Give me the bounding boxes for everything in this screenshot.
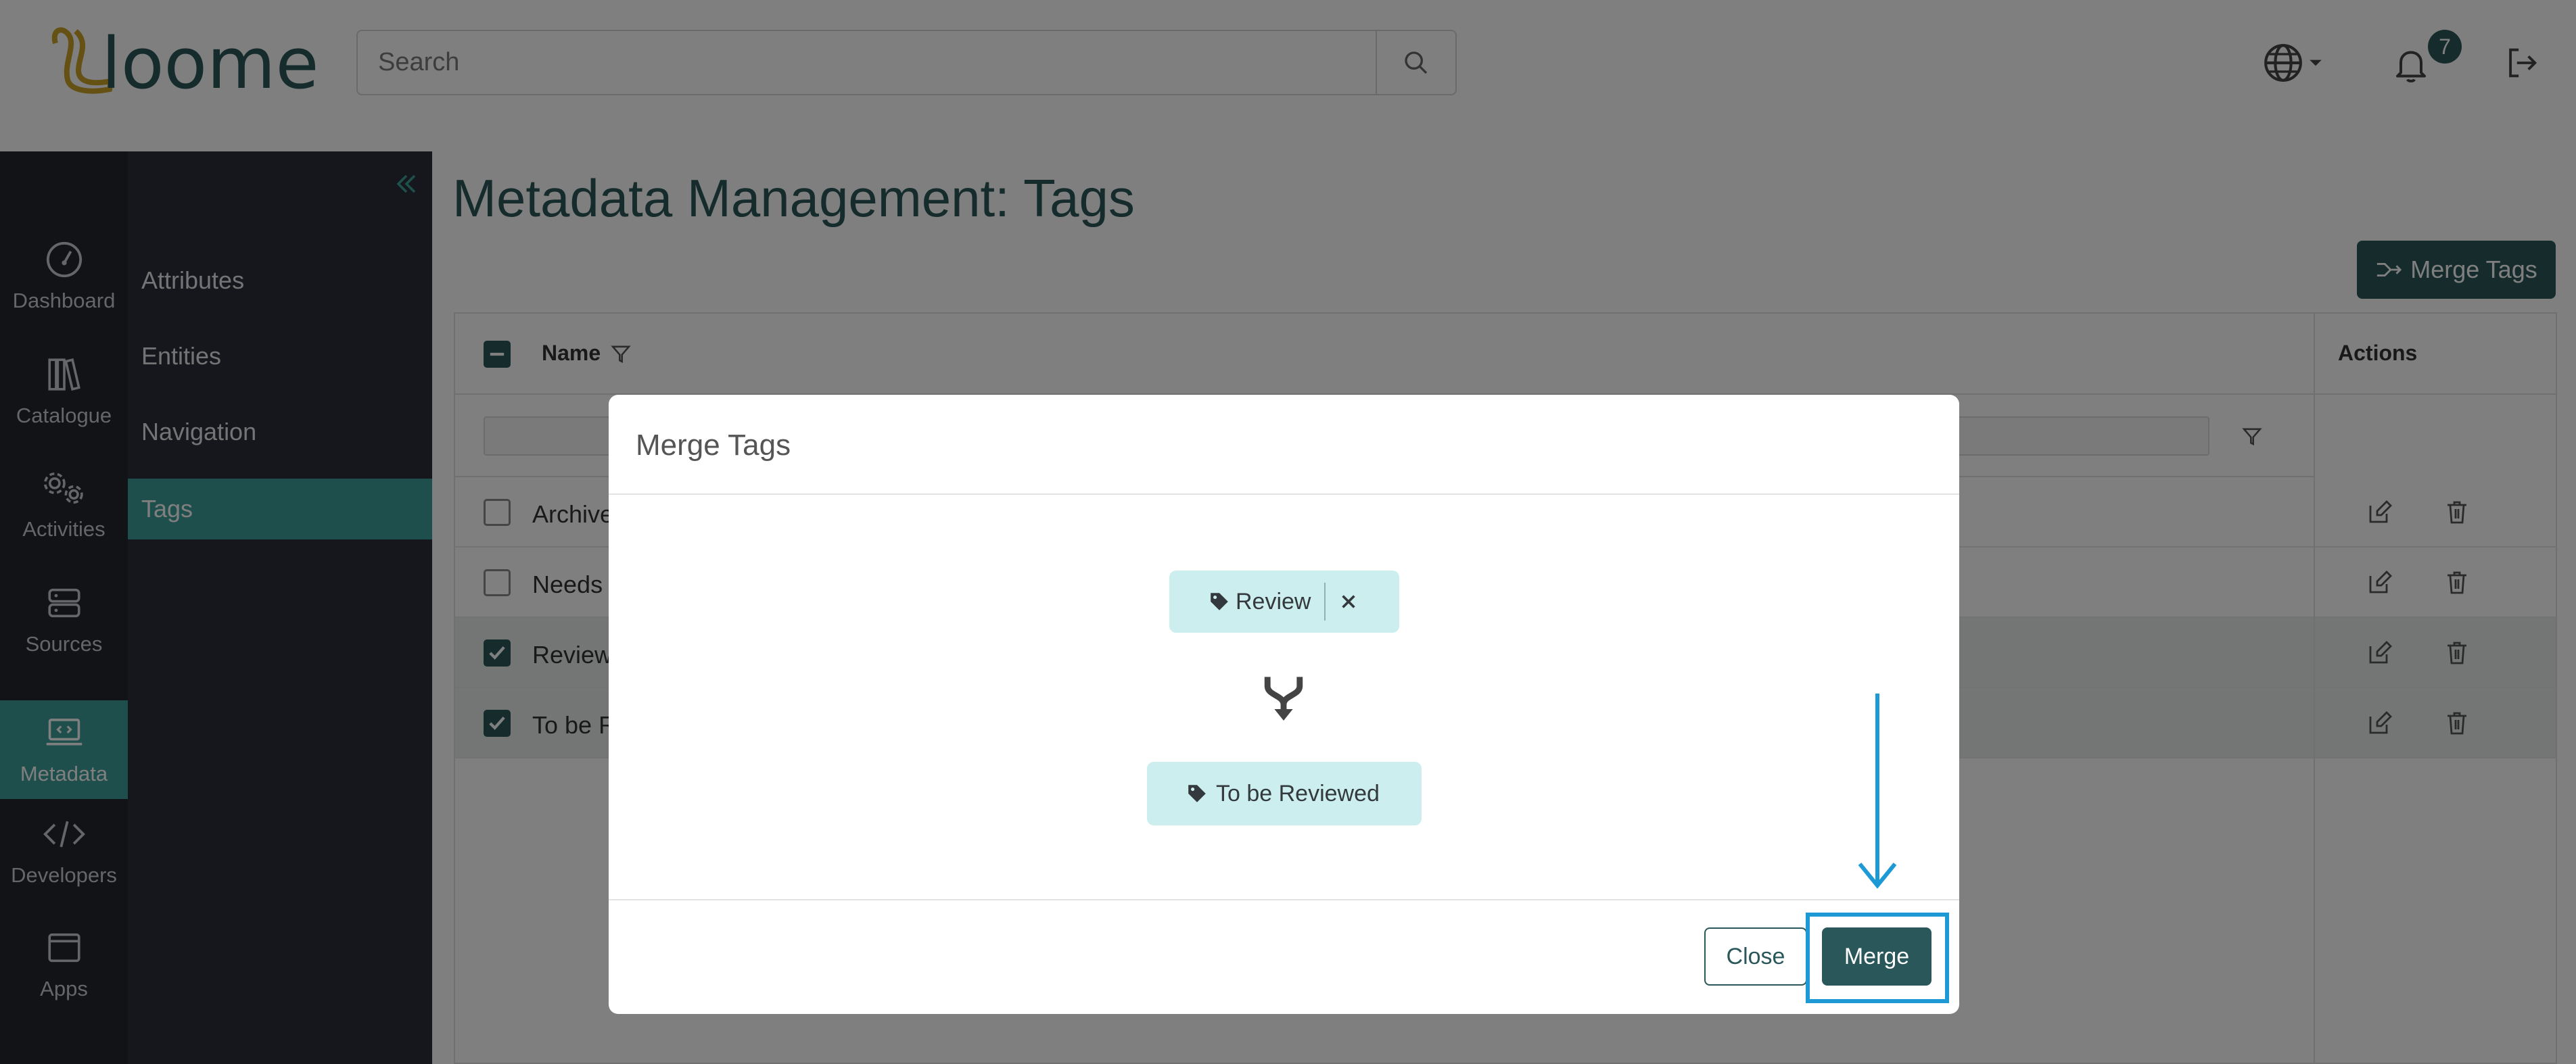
target-tag-label: To be Reviewed <box>1216 780 1380 806</box>
modal-footer: Close Merge <box>609 899 1959 1014</box>
annotation-arrow-icon <box>1858 694 1897 889</box>
target-tag-chip: To be Reviewed <box>1147 762 1422 825</box>
tag-icon <box>1211 593 1228 610</box>
source-tag-chip: Review <box>1169 571 1399 633</box>
chip-separator <box>1324 583 1326 621</box>
tag-icon <box>1188 785 1206 802</box>
modal-title: Merge Tags <box>636 429 791 462</box>
close-button[interactable]: Close <box>1704 927 1807 986</box>
merge-tags-dialog: Merge Tags Review To be Reviewed Close M… <box>609 395 1959 1014</box>
modal-header: Merge Tags <box>609 395 1959 495</box>
source-tag-label: Review <box>1236 588 1311 614</box>
close-button-label: Close <box>1726 943 1785 969</box>
merge-branch-icon <box>1264 677 1303 721</box>
close-icon[interactable] <box>1339 592 1358 611</box>
annotation-highlight-box <box>1806 913 1949 1003</box>
